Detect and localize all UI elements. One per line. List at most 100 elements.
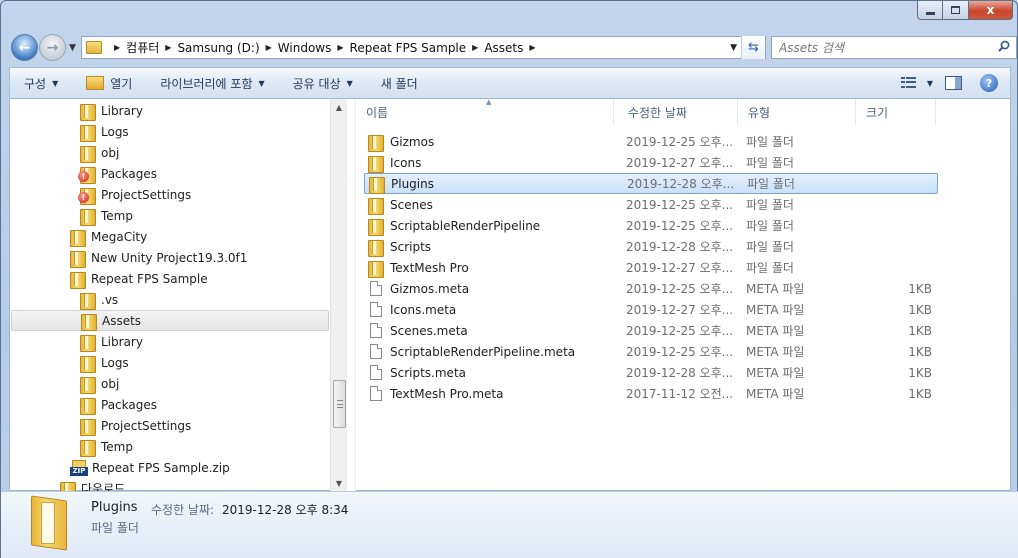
close-button[interactable]: x	[969, 1, 1013, 20]
file-row[interactable]: TextMesh Pro 2019-12-27 오후... 파일 폴더	[364, 257, 938, 278]
folder-icon	[80, 439, 96, 457]
file-name: Icons	[390, 155, 422, 170]
file-row[interactable]: Scenes.meta 2019-12-25 오후... META 파일 1KB	[364, 320, 938, 341]
tree-item[interactable]: obj	[80, 373, 119, 394]
file-type: META 파일	[746, 303, 805, 317]
file-row[interactable]: Icons.meta 2019-12-27 오후... META 파일 1KB	[364, 299, 938, 320]
file-name: TextMesh Pro	[390, 260, 469, 275]
file-name: Icons.meta	[390, 302, 457, 317]
share-with-button[interactable]: 공유 대상 ▼	[279, 68, 367, 98]
pane-splitter[interactable]	[347, 99, 356, 491]
file-row[interactable]: Icons 2019-12-27 오후... 파일 폴더	[364, 152, 938, 173]
search-input[interactable]	[779, 40, 979, 55]
file-row[interactable]: ScriptableRenderPipeline 2019-12-25 오후...…	[364, 215, 938, 236]
file-row[interactable]: TextMesh Pro.meta 2017-11-12 오전... META 파일…	[364, 383, 938, 404]
forward-button[interactable]: →	[39, 34, 66, 61]
breadcrumb-chevron-icon[interactable]: ▶	[266, 43, 272, 52]
file-name-cell: ScriptableRenderPipeline.meta	[364, 344, 622, 359]
open-button[interactable]: 열기	[72, 68, 146, 98]
tree-item[interactable]: Logs	[80, 352, 129, 373]
breadcrumb-repeat-fps-sample[interactable]: Repeat FPS Sample	[350, 41, 467, 55]
tree-item[interactable]: MegaCity	[70, 226, 147, 247]
tree-item-label: Packages	[101, 397, 157, 412]
file-size: 1KB	[908, 281, 932, 296]
file-date: 2019-12-28 오후...	[626, 366, 734, 380]
back-button[interactable]: ←	[11, 34, 38, 61]
tree-item[interactable]: ZIP Repeat FPS Sample.zip	[70, 457, 230, 478]
tree-item[interactable]: New Unity Project19.3.0f1	[70, 247, 247, 268]
tree-item[interactable]: Temp	[80, 436, 133, 457]
tree-item[interactable]: obj	[80, 142, 119, 163]
tree-item[interactable]: ! Packages	[78, 163, 157, 184]
breadcrumb-chevron-icon[interactable]: ▶	[472, 43, 478, 52]
file-type: META 파일	[746, 387, 805, 401]
details-name: Plugins	[91, 500, 138, 515]
breadcrumb-chevron-icon[interactable]: ▶	[337, 43, 343, 52]
file-name: Scripts	[390, 239, 432, 254]
refresh-button[interactable]: ⇆	[741, 36, 765, 59]
change-view-icon[interactable]	[900, 77, 917, 89]
minimize-icon	[925, 12, 935, 15]
file-row[interactable]: Scripts 2019-12-28 오후... 파일 폴더	[364, 236, 938, 257]
column-header-name[interactable]: ▲ 이름	[356, 98, 614, 125]
include-in-library-button[interactable]: 라이브러리에 포함 ▼	[146, 68, 278, 98]
breadcrumb-chevron-icon[interactable]: ▶	[114, 43, 120, 52]
tree-item[interactable]: Temp	[80, 205, 133, 226]
tree-item[interactable]: ProjectSettings	[80, 415, 191, 436]
file-name-cell: ScriptableRenderPipeline	[364, 218, 622, 236]
minimize-button[interactable]	[917, 1, 943, 20]
file-row[interactable]: Gizmos.meta 2019-12-25 오후... META 파일 1KB	[364, 278, 938, 299]
preview-pane-icon[interactable]	[945, 76, 962, 90]
breadcrumb-windows[interactable]: Windows	[278, 41, 332, 55]
command-bar-right: ▼ ?	[900, 68, 1010, 98]
tree-item[interactable]: Library	[80, 100, 143, 121]
tree-item-label: obj	[101, 145, 120, 160]
tree-item[interactable]: Logs	[80, 121, 129, 142]
column-header-type[interactable]: 유형	[738, 99, 856, 125]
recent-pages-dropdown[interactable]: ▼	[69, 43, 76, 53]
tree-item[interactable]: ! ProjectSettings	[78, 184, 191, 205]
file-icon	[370, 344, 382, 359]
file-row[interactable]: Plugins 2019-12-28 오후... 파일 폴더	[364, 173, 938, 194]
navigation-pane-scrollbar[interactable]: ▲ ▼	[330, 99, 347, 491]
tree-item[interactable]: Assets	[11, 310, 329, 331]
file-row[interactable]: Gizmos 2019-12-25 오후... 파일 폴더	[364, 131, 938, 152]
tree-item[interactable]: 다운로드	[60, 478, 125, 491]
organize-button[interactable]: 구성 ▼	[10, 68, 72, 98]
scrollbar-thumb[interactable]	[333, 380, 346, 428]
view-options-chevron-icon[interactable]: ▼	[927, 79, 933, 88]
tree-item[interactable]: Repeat FPS Sample	[70, 268, 208, 289]
column-header-date[interactable]: 수정한 날짜	[618, 99, 738, 125]
file-list: ▲ 이름 수정한 날짜 유형 크기 Gizmos 2019-12-25 오후...…	[356, 98, 1011, 491]
folder-icon	[368, 197, 384, 215]
scroll-down-icon[interactable]: ▼	[331, 475, 347, 491]
breadcrumb-assets[interactable]: Assets	[484, 41, 523, 55]
maximize-button[interactable]	[943, 1, 969, 20]
open-label: 열기	[110, 76, 133, 91]
address-history-dropdown[interactable]: ▼	[730, 43, 737, 53]
tree-item[interactable]: Library	[80, 331, 143, 352]
folder-icon	[70, 250, 86, 268]
new-folder-button[interactable]: 새 폴더	[367, 68, 432, 98]
search-box[interactable]	[771, 36, 1017, 59]
help-icon[interactable]: ?	[980, 74, 998, 92]
file-row[interactable]: Scripts.meta 2019-12-28 오후... META 파일 1KB	[364, 362, 938, 383]
folder-icon	[60, 481, 76, 491]
search-icon[interactable]	[998, 40, 1010, 52]
zip-archive-icon: ZIP	[70, 459, 88, 476]
tree-item-label: Repeat FPS Sample	[91, 271, 208, 286]
breadcrumb-chevron-icon[interactable]: ▶	[165, 43, 171, 52]
address-bar[interactable]: ▶ 컴퓨터 ▶ Samsung (D:) ▶ Windows ▶ Repeat …	[81, 36, 766, 59]
file-icon	[370, 323, 382, 338]
breadcrumb-chevron-icon[interactable]: ▶	[529, 43, 535, 52]
file-row[interactable]: ScriptableRenderPipeline.meta 2019-12-25 …	[364, 341, 938, 362]
breadcrumb-drive[interactable]: Samsung (D:)	[177, 41, 259, 55]
file-row[interactable]: Scenes 2019-12-25 오후... 파일 폴더	[364, 194, 938, 215]
tree-item[interactable]: Packages	[80, 394, 157, 415]
breadcrumb-computer[interactable]: 컴퓨터	[126, 39, 159, 56]
tree-item[interactable]: .vs	[80, 289, 118, 310]
column-header-size[interactable]: 크기	[856, 99, 936, 125]
file-date: 2019-12-25 오후...	[626, 219, 734, 233]
chevron-down-icon: ▼	[258, 78, 265, 88]
scroll-up-icon[interactable]: ▲	[331, 99, 347, 115]
